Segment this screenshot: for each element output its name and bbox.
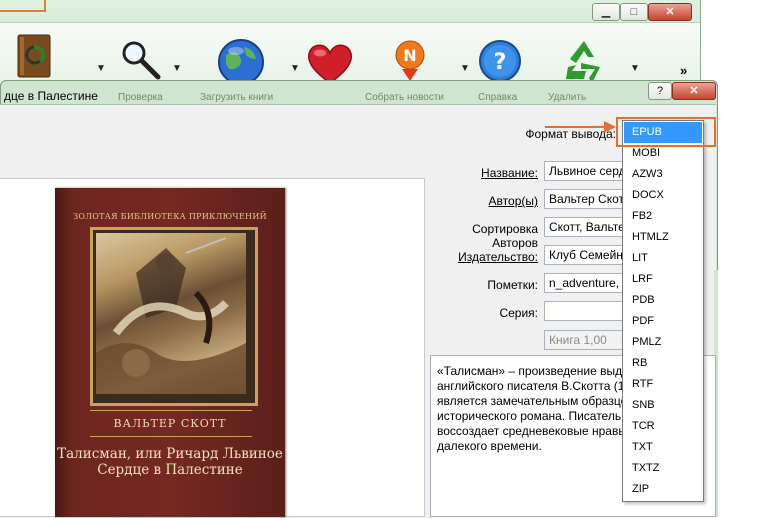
author-sort-field[interactable]: Скотт, Вальтер	[544, 217, 624, 237]
strip-label: Проверка	[118, 92, 163, 103]
format-option-rtf[interactable]: RTF	[624, 374, 702, 395]
recycle-dropdown-arrow[interactable]: ▼	[630, 63, 640, 74]
publisher-label: Издательство:	[458, 250, 538, 264]
publisher-field[interactable]: Клуб Семейного	[544, 245, 624, 265]
tags-label: Пометки:	[487, 278, 538, 292]
format-option-pdf[interactable]: PDF	[624, 311, 702, 332]
search-dropdown-arrow[interactable]: ▼	[172, 63, 182, 74]
series-field[interactable]	[544, 301, 624, 321]
author-sort-label: Сортировка Авторов	[472, 222, 538, 250]
format-option-txtz[interactable]: TXTZ	[624, 458, 702, 479]
strip-label: Справка	[478, 92, 518, 103]
ornament-line	[90, 436, 252, 437]
format-option-lit[interactable]: LIT	[624, 248, 702, 269]
format-option-fb2[interactable]: FB2	[624, 206, 702, 227]
series-index-field[interactable]: Книга 1,00	[544, 330, 624, 350]
maximize-button[interactable]: □	[620, 3, 648, 21]
book-title-text: Талисман, или Ричард Львиное Сердце в Па…	[57, 446, 283, 478]
tags-field[interactable]: n_adventure, ac	[544, 273, 624, 293]
format-option-htmlz[interactable]: HTMLZ	[624, 227, 702, 248]
title-field[interactable]: Львиное сердце	[544, 161, 624, 181]
format-option-azw3[interactable]: AZW3	[624, 164, 702, 185]
main-close-button[interactable]: ✕	[648, 3, 692, 21]
svg-text:N: N	[403, 46, 416, 65]
strip-label: Удалить	[548, 92, 587, 103]
book-series-text: ЗОЛОТАЯ БИБЛИОТЕКА ПРИКЛЮЧЕНИЙ	[73, 212, 267, 221]
pointer-arrow-icon	[604, 121, 616, 133]
dialog-close-button[interactable]: ✕	[672, 82, 716, 100]
output-format-dropdown[interactable]: EPUB MOBI AZW3 DOCX FB2 HTMLZ LIT LRF PDB PDF PMLZ…	[622, 120, 704, 502]
format-option-docx[interactable]: DOCX	[624, 185, 702, 206]
strip-label: Загрузить книги	[200, 92, 274, 103]
format-option-rb[interactable]: RB	[624, 353, 702, 374]
dialog-help-button[interactable]: ?	[648, 82, 672, 100]
cover-illustration	[96, 233, 246, 394]
format-option-pdb[interactable]: PDB	[624, 290, 702, 311]
format-option-pmlz[interactable]: PMLZ	[624, 332, 702, 353]
background-area	[718, 104, 760, 517]
highlight-fragment	[0, 0, 46, 12]
dialog-title: дце в Палестине	[4, 89, 98, 103]
output-format-label: Формат вывода:	[525, 127, 616, 141]
pointer-arrow-line	[545, 126, 607, 128]
author-label: Автор(ы)	[488, 194, 538, 208]
format-option-zip[interactable]: ZIP	[624, 479, 702, 500]
author-field[interactable]: Вальтер Скотт	[544, 189, 624, 209]
svg-text:?: ?	[494, 50, 507, 75]
book-dropdown-arrow[interactable]: ▼	[96, 63, 106, 74]
format-option-lrf[interactable]: LRF	[624, 269, 702, 290]
ornament-line	[90, 410, 252, 411]
series-label: Серия:	[499, 306, 538, 320]
selected-format-highlight	[616, 117, 716, 147]
minimize-button[interactable]: ▁	[592, 3, 620, 21]
format-option-tcr[interactable]: TCR	[624, 416, 702, 437]
format-option-snb[interactable]: SNB	[624, 395, 702, 416]
news-dropdown-arrow[interactable]: ▼	[460, 63, 470, 74]
toolbar-overflow[interactable]: »	[680, 63, 687, 78]
strip-label: Собрать новости	[365, 92, 444, 103]
format-option-txt[interactable]: TXT	[624, 437, 702, 458]
title-label: Название:	[481, 166, 538, 180]
book-author-text: ВАЛЬТЕР СКОТТ	[113, 417, 227, 430]
globe-dropdown-arrow[interactable]: ▼	[290, 63, 300, 74]
